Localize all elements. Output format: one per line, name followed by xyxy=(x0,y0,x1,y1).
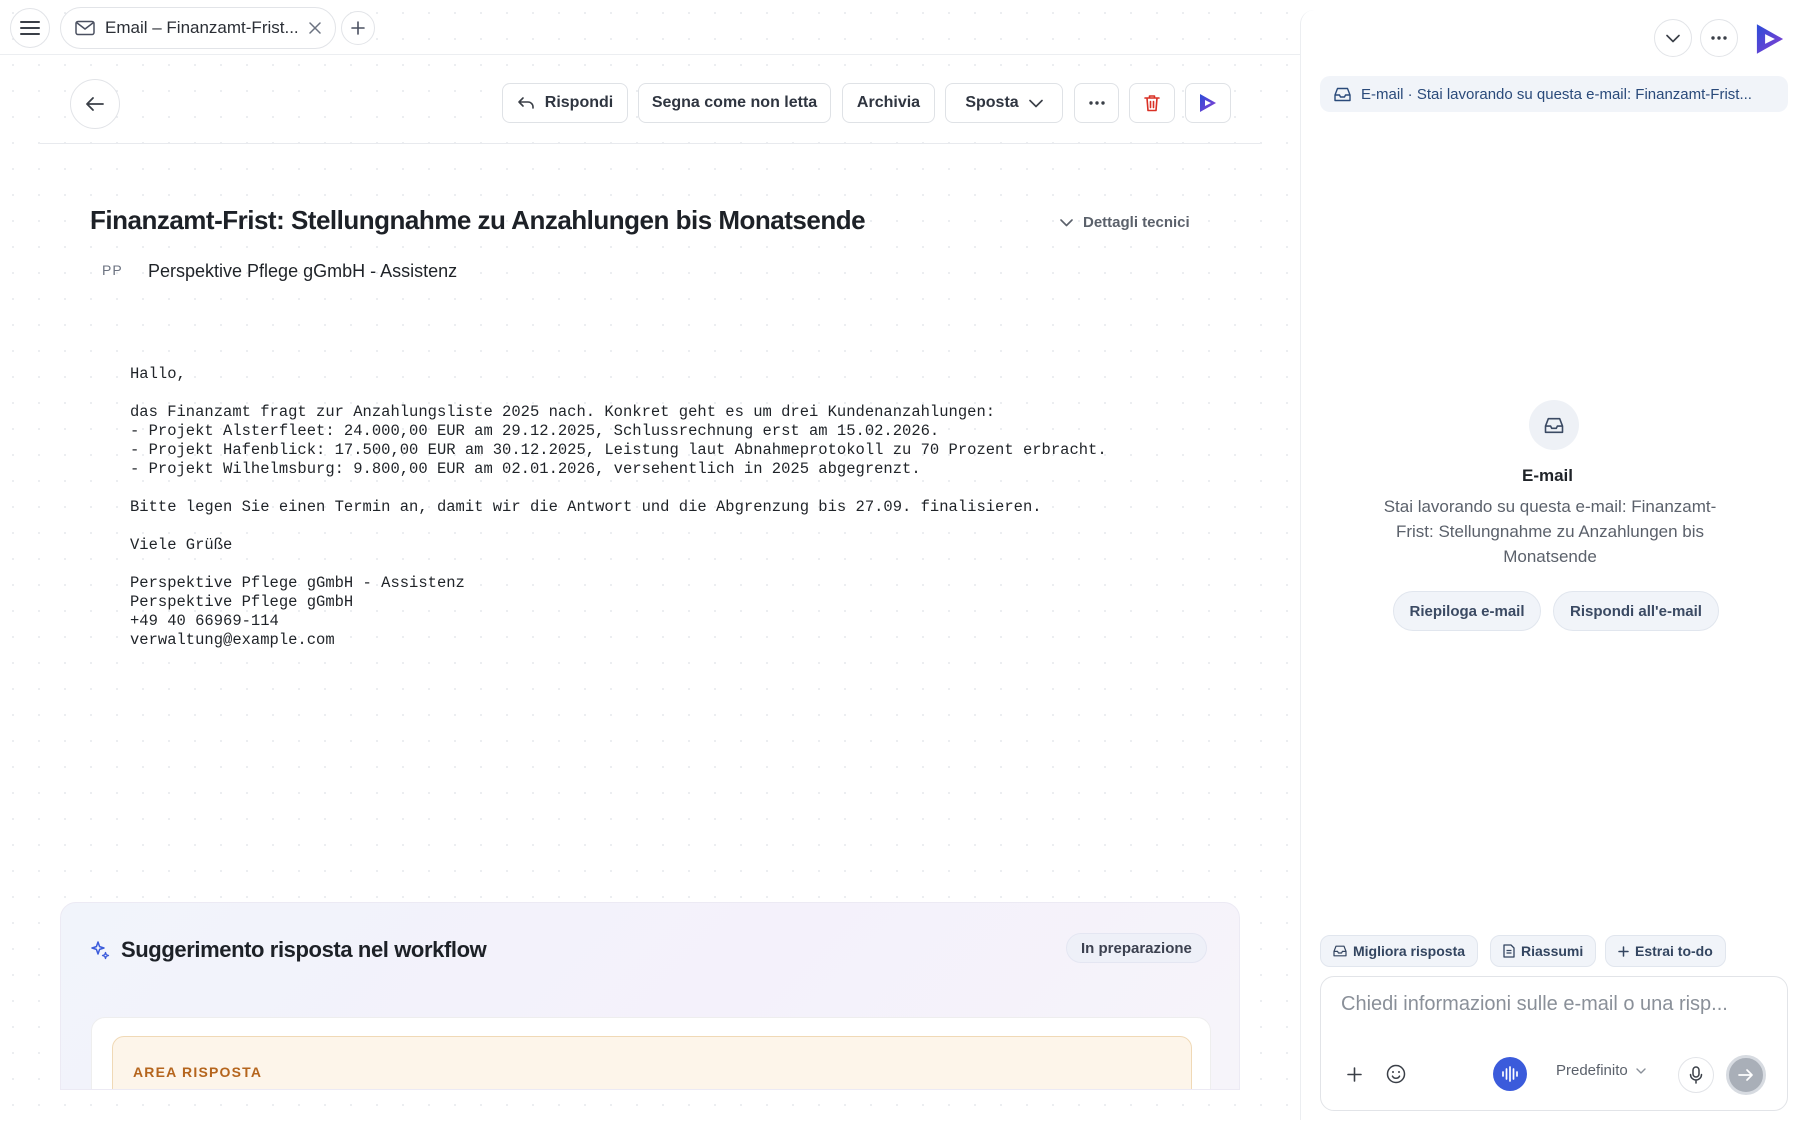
summarize-label: Riassumi xyxy=(1521,943,1584,959)
tab-title: Email – Finanzamt-Frist... xyxy=(105,18,299,37)
context-chip-label: E-mail · Stai lavorando su questa e-mail… xyxy=(1361,85,1752,103)
menu-icon xyxy=(20,21,40,35)
summarize-chip[interactable]: Riassumi xyxy=(1490,935,1597,967)
panel-more-button[interactable] xyxy=(1700,19,1738,57)
more-icon xyxy=(1088,101,1105,105)
send-icon xyxy=(1738,1069,1753,1081)
chat-composer: Predefinito xyxy=(1320,976,1788,1111)
signature-phone: +49 40 66969-114 xyxy=(130,612,279,630)
reply-icon xyxy=(517,97,534,109)
email-body: Hallo, das Finanzamt fragt zur Anzahlung… xyxy=(130,365,1180,650)
chat-input[interactable] xyxy=(1341,993,1771,1016)
status-badge: In preparazione xyxy=(1066,933,1207,963)
reply-button[interactable]: Rispondi xyxy=(502,83,628,123)
body-closing: Viele Grüße xyxy=(130,536,233,554)
sender-avatar: PP xyxy=(102,262,123,278)
arrow-left-icon xyxy=(86,97,104,111)
menu-button[interactable] xyxy=(10,8,50,48)
improve-reply-chip[interactable]: Migliora risposta xyxy=(1320,935,1479,967)
chevron-down-icon xyxy=(1060,218,1073,226)
signature-email[interactable]: verwaltung@example.com xyxy=(130,631,1180,650)
brand-logo-icon xyxy=(1756,24,1784,54)
empty-state-description: Stai lavorando su questa e-mail: Finanza… xyxy=(1383,497,1717,566)
signature-name: Perspektive Pflege gGmbH - Assistenz xyxy=(130,574,465,592)
answer-area[interactable]: AREA RISPOSTA xyxy=(112,1036,1192,1089)
tabbar-divider xyxy=(0,54,1300,55)
add-tab-button[interactable] xyxy=(341,11,375,45)
plus-icon xyxy=(1618,945,1629,957)
emoji-button[interactable] xyxy=(1383,1061,1409,1087)
email-subject: Finanzamt-Frist: Stellungnahme zu Anzahl… xyxy=(90,205,866,235)
mail-icon xyxy=(75,20,95,36)
plus-icon xyxy=(1346,1066,1362,1082)
more-actions-button[interactable] xyxy=(1074,83,1119,123)
empty-state-icon xyxy=(1529,400,1579,450)
voice-mode-button[interactable] xyxy=(1493,1057,1527,1091)
mark-unread-label: Segna come non letta xyxy=(651,94,818,111)
empty-state-title: E-mail xyxy=(1521,466,1574,485)
move-label: Sposta xyxy=(965,94,1019,111)
answer-area-label: AREA RISPOSTA xyxy=(133,1064,263,1080)
summarize-email-button[interactable]: Riepiloga e-mail xyxy=(1393,591,1541,631)
suggestion-card: AREA RISPOSTA xyxy=(91,1017,1211,1089)
body-item: - Projekt Alsterfleet: 24.000,00 EUR am … xyxy=(130,422,940,440)
brand-logo-icon xyxy=(1200,94,1216,112)
technical-details-label: Dettagli tecnici xyxy=(1083,214,1190,231)
sparkle-icon xyxy=(91,941,110,960)
attach-button[interactable] xyxy=(1341,1061,1367,1087)
emoji-icon xyxy=(1386,1064,1406,1084)
mark-unread-button[interactable]: Segna come non letta xyxy=(638,83,831,123)
microphone-button[interactable] xyxy=(1678,1057,1714,1093)
model-label: Predefinito xyxy=(1556,1062,1628,1079)
improve-reply-label: Migliora risposta xyxy=(1353,943,1466,959)
extract-todo-label: Estrai to-do xyxy=(1635,943,1713,959)
toolbar-divider xyxy=(40,143,1260,144)
reply-label: Rispondi xyxy=(544,94,614,111)
chevron-down-icon xyxy=(1666,34,1680,42)
microphone-icon xyxy=(1689,1066,1703,1084)
chevron-down-icon xyxy=(1636,1067,1646,1074)
close-icon[interactable] xyxy=(309,22,321,34)
archive-label: Archivia xyxy=(856,94,921,111)
suggestion-title: Suggerimento risposta nel workflow xyxy=(121,937,487,962)
tab-email[interactable]: Email – Finanzamt-Frist... xyxy=(60,7,336,49)
reply-email-button[interactable]: Rispondi all'e-mail xyxy=(1553,591,1719,631)
sender-name: Perspektive Pflege gGmbH - Assistenz xyxy=(148,261,458,281)
body-item: - Projekt Wilhelmsburg: 9.800,00 EUR am … xyxy=(130,460,921,478)
technical-details-toggle[interactable]: Dettagli tecnici xyxy=(1060,214,1190,231)
body-greeting: Hallo, xyxy=(130,365,186,383)
context-chip[interactable]: E-mail · Stai lavorando su questa e-mail… xyxy=(1320,76,1788,112)
body-item: - Projekt Hafenblick: 17.500,00 EUR am 3… xyxy=(130,441,1107,459)
trash-icon xyxy=(1144,95,1160,112)
send-button[interactable] xyxy=(1726,1055,1766,1095)
signature-company: Perspektive Pflege gGmbH xyxy=(130,593,354,611)
body-request: Bitte legen Sie einen Termin an, damit w… xyxy=(130,498,1042,516)
move-button[interactable]: Sposta xyxy=(945,83,1063,123)
workflow-suggestion-panel: Suggerimento risposta nel workflow In pr… xyxy=(60,902,1240,1090)
plus-icon xyxy=(351,21,365,35)
inbox-icon xyxy=(1544,417,1564,433)
assistant-button[interactable] xyxy=(1185,83,1231,123)
delete-button[interactable] xyxy=(1129,83,1175,123)
archive-button[interactable]: Archivia xyxy=(842,83,935,123)
collapse-panel-button[interactable] xyxy=(1654,19,1692,57)
chevron-down-icon xyxy=(1028,99,1043,107)
inbox-icon xyxy=(1333,945,1347,957)
more-icon xyxy=(1711,36,1727,40)
extract-todo-chip[interactable]: Estrai to-do xyxy=(1605,935,1726,967)
body-intro: das Finanzamt fragt zur Anzahlungsliste … xyxy=(130,403,996,421)
inbox-icon xyxy=(1334,87,1351,101)
document-icon xyxy=(1503,944,1515,958)
voice-wave-icon xyxy=(1502,1066,1518,1082)
brand-logo xyxy=(1750,19,1790,59)
model-select[interactable]: Predefinito xyxy=(1556,1062,1646,1079)
back-button[interactable] xyxy=(70,79,120,129)
